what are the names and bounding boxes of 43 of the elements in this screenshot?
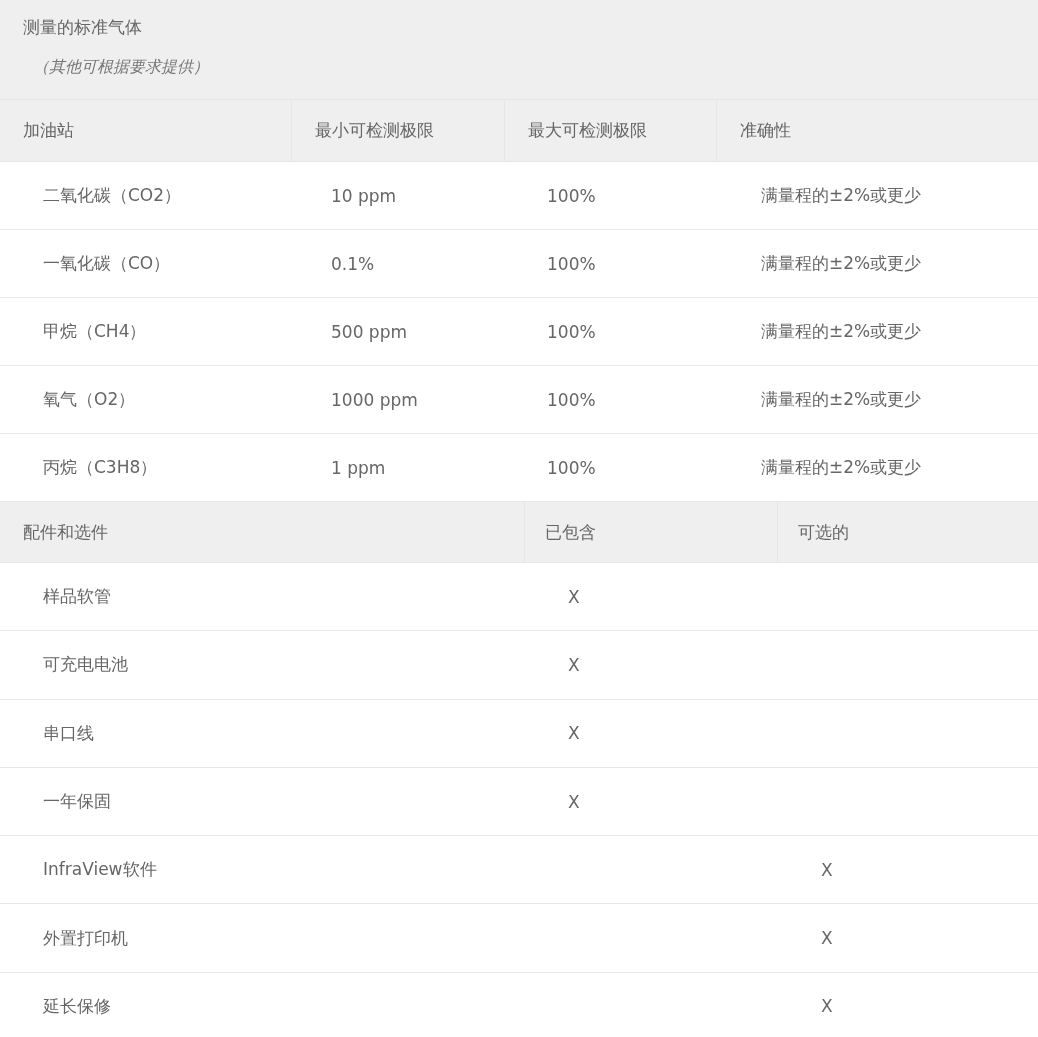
- table-cell: 1 ppm: [331, 457, 386, 478]
- table-cell: 可充电电池: [43, 653, 128, 677]
- table-cell: 100%: [547, 321, 596, 342]
- check-mark: X: [821, 996, 833, 1017]
- column-header: 配件和选件: [23, 520, 108, 544]
- table-cell: 1000 ppm: [331, 389, 418, 410]
- table-cell: 一氧化碳（CO）: [43, 252, 171, 275]
- check-mark: X: [568, 654, 580, 675]
- table-cell: 100%: [547, 185, 596, 206]
- table-cell: 样品软管: [43, 585, 111, 609]
- table-cell: 满量程的±2%或更少: [761, 320, 922, 343]
- column-header: 可选的: [798, 520, 849, 544]
- table-cell: 外置打印机: [43, 926, 128, 950]
- check-mark: X: [568, 723, 580, 744]
- table-cell: 100%: [547, 389, 596, 410]
- table-cell: 100%: [547, 457, 596, 478]
- table-cell: 延长保修: [43, 994, 111, 1018]
- table-cell: 100%: [547, 253, 596, 274]
- table-cell: 甲烷（CH4）: [43, 320, 147, 343]
- table-cell: 二氧化碳（CO2）: [43, 184, 182, 207]
- column-header: 加油站: [23, 119, 74, 142]
- table-cell: 一年保固: [43, 790, 111, 814]
- table-note: （其他可根据要求提供）: [32, 57, 210, 78]
- column-header: 最大可检测极限: [528, 119, 647, 142]
- table-title: 测量的标准气体: [23, 16, 143, 39]
- column-header: 准确性: [740, 119, 791, 142]
- table-cell: 500 ppm: [331, 321, 407, 342]
- check-mark: X: [821, 859, 833, 880]
- table-cell: InfraView软件: [43, 858, 157, 882]
- check-mark: X: [568, 791, 580, 812]
- table-cell: 10 ppm: [331, 185, 397, 206]
- table-cell: 满量程的±2%或更少: [761, 456, 922, 479]
- table-cell: 满量程的±2%或更少: [761, 252, 922, 275]
- table-cell: 氧气（O2）: [43, 388, 136, 411]
- table-cell: 满量程的±2%或更少: [761, 184, 922, 207]
- table-cell: 丙烷（C3H8）: [43, 456, 158, 479]
- check-mark: X: [568, 586, 580, 607]
- check-mark: X: [821, 928, 833, 949]
- table-cell: 0.1%: [331, 253, 375, 274]
- table-cell: 满量程的±2%或更少: [761, 388, 922, 411]
- table-cell: 串口线: [43, 721, 94, 745]
- column-header: 已包含: [545, 520, 596, 544]
- column-header: 最小可检测极限: [315, 119, 434, 142]
